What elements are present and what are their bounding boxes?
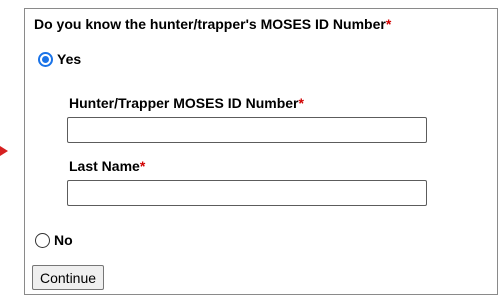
no-option[interactable]: No: [35, 232, 73, 248]
yes-label: Yes: [57, 51, 82, 67]
pointer-arrow-icon: [0, 146, 8, 156]
yes-radio[interactable]: [38, 51, 53, 67]
no-radio[interactable]: [35, 232, 50, 248]
question-heading: Do you know the hunter/trapper's MOSES I…: [34, 16, 391, 32]
moses-id-label: Hunter/Trapper MOSES ID Number*: [69, 95, 304, 111]
no-label: No: [54, 232, 73, 248]
required-asterisk: *: [385, 16, 392, 32]
yes-option[interactable]: Yes: [38, 51, 81, 67]
moses-id-input[interactable]: [67, 117, 427, 143]
continue-button[interactable]: Continue: [32, 265, 105, 290]
required-asterisk: *: [298, 95, 304, 111]
question-text: Do you know the hunter/trapper's MOSES I…: [34, 16, 386, 32]
last-name-input[interactable]: [67, 180, 427, 206]
last-name-label: Last Name*: [69, 158, 145, 174]
required-asterisk: *: [139, 158, 146, 174]
last-name-label-text: Last Name: [69, 158, 140, 174]
moses-id-label-text: Hunter/Trapper MOSES ID Number: [69, 95, 299, 111]
form-panel: [24, 8, 498, 295]
